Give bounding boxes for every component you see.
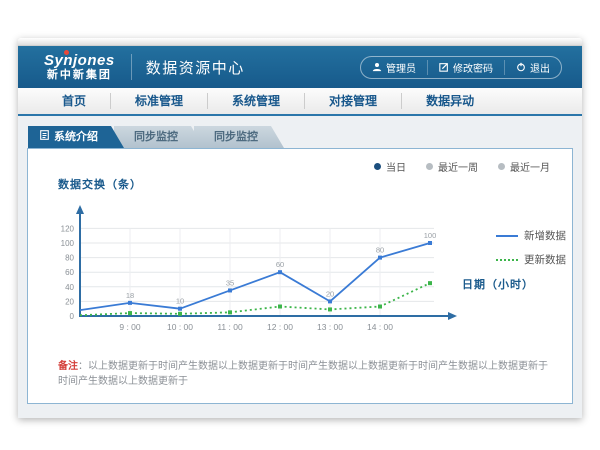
- filter-today[interactable]: 当日: [374, 159, 406, 174]
- svg-text:13 : 00: 13 : 00: [317, 322, 343, 332]
- svg-text:9 : 00: 9 : 00: [119, 322, 141, 332]
- tab-system-intro[interactable]: 系统介绍: [28, 126, 124, 148]
- tabs: 系统介绍 同步监控 同步监控: [28, 126, 573, 148]
- tab-sync-monitor-1[interactable]: 同步监控: [114, 126, 204, 148]
- line-chart: 0 20 40 60 80 100 120 9 : 00 10 : 00 11 : 00 12 : …: [44, 192, 496, 350]
- footnote-label: 备注: [58, 361, 78, 372]
- footnote: 备注：以上数据更新于时间产生数据以上数据更新于时间产生数据以上数据更新于时间产生…: [28, 360, 572, 403]
- chart-panel: 当日 最近一周 最近一月 数据交换（条） 0 20 40 60 80 100 120 9 : …: [27, 148, 573, 404]
- filter-label: 最近一月: [510, 159, 550, 174]
- svg-text:20: 20: [326, 289, 334, 298]
- edit-icon: [439, 62, 449, 72]
- time-range-filters: 当日 最近一周 最近一月: [28, 149, 572, 174]
- filter-last-month[interactable]: 最近一月: [498, 159, 550, 174]
- logo-sub: 新中新集团: [44, 70, 115, 81]
- svg-text:14 : 00: 14 : 00: [367, 322, 393, 332]
- svg-text:120: 120: [61, 224, 75, 233]
- radio-icon: [498, 163, 505, 170]
- legend-item-update-data[interactable]: 更新数据: [496, 252, 572, 267]
- radio-icon: [426, 163, 433, 170]
- chart-x-axis-title: 日期（小时）: [462, 276, 572, 292]
- logout-button[interactable]: 退出: [504, 60, 561, 75]
- page-title: 数据资源中心: [146, 57, 245, 78]
- svg-text:12 : 00: 12 : 00: [267, 322, 293, 332]
- svg-text:60: 60: [276, 260, 284, 269]
- header: Synjones 新中新集团 数据资源中心 管理员 修改密码: [18, 46, 582, 88]
- legend-line-solid-icon: [496, 235, 518, 237]
- filter-label: 最近一周: [438, 159, 478, 174]
- svg-text:10: 10: [176, 297, 184, 306]
- tab-label: 系统介绍: [54, 126, 98, 148]
- chart-row: 0 20 40 60 80 100 120 9 : 00 10 : 00 11 : 00 12 : …: [28, 192, 572, 350]
- svg-text:0: 0: [70, 312, 75, 321]
- app-window: Synjones 新中新集团 数据资源中心 管理员 修改密码: [18, 38, 582, 418]
- filter-label: 当日: [386, 159, 406, 174]
- nav-item-interface-mgmt[interactable]: 对接管理: [304, 93, 401, 109]
- document-icon: [40, 126, 49, 148]
- legend-item-new-data[interactable]: 新增数据: [496, 228, 572, 243]
- nav-item-system-mgmt[interactable]: 系统管理: [207, 93, 304, 109]
- legend-label: 新增数据: [524, 228, 566, 243]
- logo-accent-icon: [64, 50, 69, 55]
- legend-label: 更新数据: [524, 252, 566, 267]
- legend-line-dotted-icon: [496, 259, 518, 261]
- nav-item-standard-mgmt[interactable]: 标准管理: [110, 93, 207, 109]
- main-nav: 首页 标准管理 系统管理 对接管理 数据异动: [18, 88, 582, 116]
- filter-last-week[interactable]: 最近一周: [426, 159, 478, 174]
- svg-text:80: 80: [376, 246, 384, 255]
- admin-user-button[interactable]: 管理员: [361, 60, 427, 75]
- svg-text:18: 18: [126, 291, 134, 300]
- svg-text:20: 20: [65, 297, 74, 306]
- svg-text:100: 100: [61, 239, 75, 248]
- user-menu-label: 退出: [530, 60, 550, 75]
- tab-label: 同步监控: [134, 131, 178, 143]
- power-icon: [516, 62, 526, 72]
- user-menu-label: 修改密码: [453, 60, 493, 75]
- user-menu-label: 管理员: [386, 60, 416, 75]
- tab-sync-monitor-2[interactable]: 同步监控: [194, 126, 284, 148]
- window-top-bar: [18, 38, 582, 46]
- nav-item-data-change[interactable]: 数据异动: [401, 93, 498, 109]
- svg-text:11 : 00: 11 : 00: [217, 322, 243, 332]
- svg-text:80: 80: [65, 254, 74, 263]
- nav-item-home[interactable]: 首页: [38, 93, 110, 109]
- footnote-text: ：以上数据更新于时间产生数据以上数据更新于时间产生数据以上数据更新于时间产生数据…: [58, 361, 548, 387]
- svg-text:35: 35: [226, 278, 234, 287]
- user-menu: 管理员 修改密码 退出: [360, 56, 562, 79]
- change-password-button[interactable]: 修改密码: [427, 60, 504, 75]
- chart-side: 新增数据 更新数据 日期（小时）: [496, 192, 572, 350]
- header-divider: [131, 54, 132, 80]
- content-area: 系统介绍 同步监控 同步监控 当日 最近一周: [18, 116, 582, 418]
- logo: Synjones 新中新集团: [44, 53, 115, 81]
- logo-main: Synjones: [44, 53, 115, 68]
- svg-text:100: 100: [424, 231, 437, 240]
- chart-y-axis-title: 数据交换（条）: [58, 176, 572, 192]
- tab-label: 同步监控: [214, 131, 258, 143]
- svg-text:60: 60: [65, 268, 74, 277]
- radio-icon: [374, 163, 381, 170]
- svg-text:10 : 00: 10 : 00: [167, 322, 193, 332]
- svg-text:40: 40: [65, 283, 74, 292]
- user-icon: [372, 62, 382, 72]
